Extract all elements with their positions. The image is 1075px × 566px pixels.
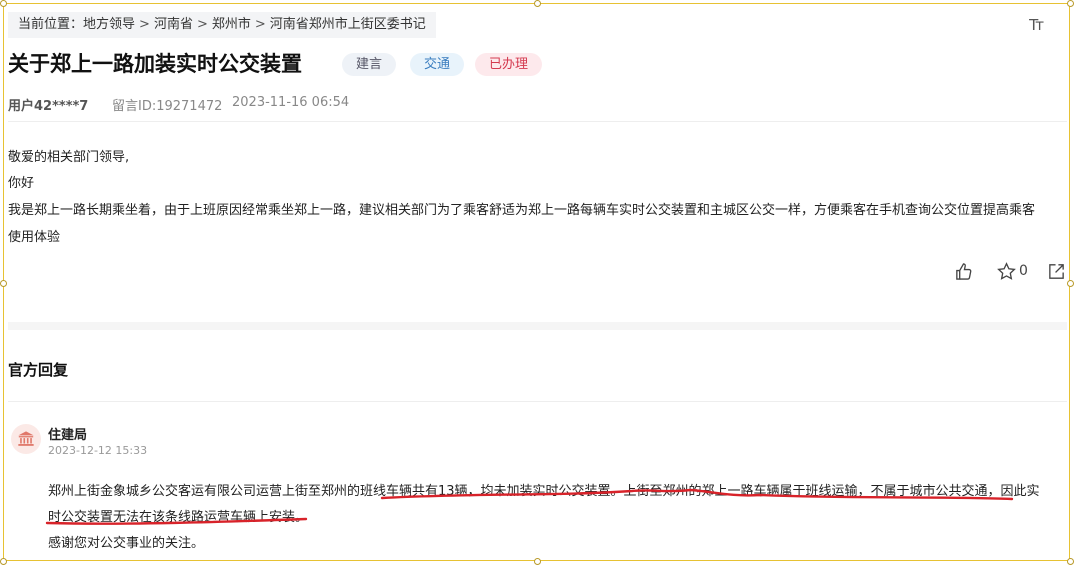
star-icon xyxy=(997,262,1016,280)
resize-handle[interactable] xyxy=(0,280,7,287)
post-author[interactable]: 用户42****7 xyxy=(8,95,88,114)
resize-handle[interactable] xyxy=(1067,280,1074,287)
reply-body-line: 郑州上街金象城乡公交客运有限公司运营上街至郑州的班线车辆共有13辆，均未加装实时… xyxy=(48,484,1040,499)
post-body-line: 你好 xyxy=(8,176,35,191)
share-button[interactable] xyxy=(1047,262,1066,285)
divider xyxy=(8,121,1067,122)
breadcrumb-separator: > xyxy=(254,17,266,32)
reply-body-line: 时公交装置无法在该条线路运营车辆上安装。 xyxy=(48,510,309,525)
page-title: 关于郑上一路加装实时公交装置 xyxy=(8,52,302,76)
message-id: 留言ID:19271472 xyxy=(112,99,223,114)
post-body-line: 我是郑上一路长期乘坐着，由于上班原因经常乘坐郑上一路，建议相关部门为了乘客舒适为… xyxy=(8,203,1036,218)
breadcrumb-item-2[interactable]: 郑州市 xyxy=(212,17,251,32)
breadcrumb-item-0[interactable]: 地方领导 xyxy=(83,17,135,32)
resize-handle[interactable] xyxy=(1067,558,1074,565)
breadcrumb-separator: > xyxy=(196,17,208,32)
reply-body-line: 感谢您对公交事业的关注。 xyxy=(48,536,205,551)
breadcrumb-separator: > xyxy=(139,17,150,32)
breadcrumb-item-1[interactable]: 河南省 xyxy=(154,17,193,32)
avatar xyxy=(11,424,41,454)
thumbs-up-icon xyxy=(956,263,972,280)
favorite-count: 0 xyxy=(1019,263,1028,279)
breadcrumb-prefix: 当前位置： xyxy=(18,17,84,32)
tag-traffic[interactable]: 交通 xyxy=(410,53,465,76)
government-building-icon xyxy=(18,431,34,446)
section-separator xyxy=(8,322,1067,330)
post-body-line: 敬爱的相关部门领导, xyxy=(8,150,130,165)
share-icon xyxy=(1049,264,1064,279)
section-title-official-reply: 官方回复 xyxy=(8,361,69,379)
favorite-button[interactable] xyxy=(997,262,1016,285)
breadcrumb-item-3[interactable]: 河南省郑州市上街区委书记 xyxy=(270,17,426,32)
like-button[interactable] xyxy=(954,262,973,285)
post-body-line: 使用体验 xyxy=(8,230,61,245)
font-size-icon[interactable]: Tт xyxy=(1029,16,1044,34)
post-time: 2023-11-16 06:54 xyxy=(232,95,350,110)
resize-handle[interactable] xyxy=(1067,0,1074,7)
divider xyxy=(8,401,1067,402)
reply-time: 2023-12-12 15:33 xyxy=(48,444,148,457)
status-badge: 已办理 xyxy=(475,53,543,76)
selection-frame xyxy=(3,3,1070,561)
resize-handle[interactable] xyxy=(534,558,541,565)
resize-handle[interactable] xyxy=(0,0,7,7)
resize-handle[interactable] xyxy=(534,0,541,7)
resize-handle[interactable] xyxy=(0,558,7,565)
breadcrumb: 当前位置：地方领导 > 河南省 > 郑州市 > 河南省郑州市上街区委书记 xyxy=(8,12,436,38)
tag-suggestion[interactable]: 建言 xyxy=(342,53,397,76)
reply-department: 住建局 xyxy=(48,428,88,443)
